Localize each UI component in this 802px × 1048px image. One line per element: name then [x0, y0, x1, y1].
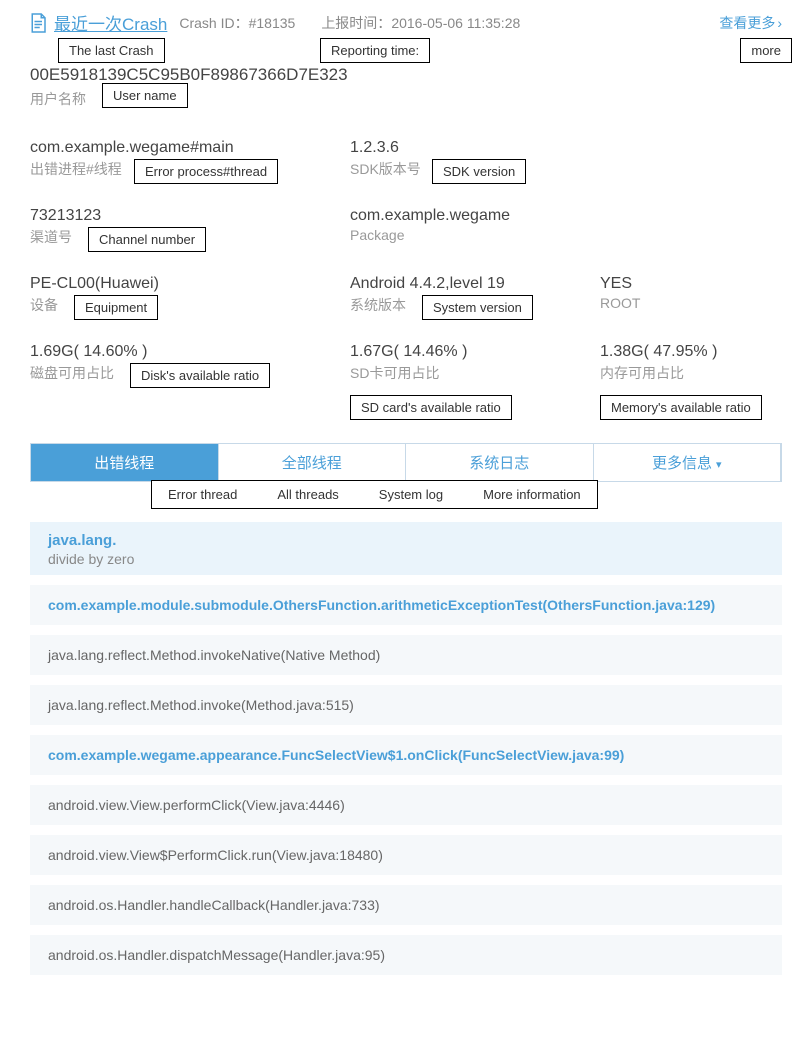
annotation-user-name: User name [102, 83, 188, 108]
annotation-sd-ratio: SD card's available ratio [350, 395, 512, 420]
document-icon [30, 12, 48, 34]
field-package: com.example.wegame Package [350, 207, 600, 247]
chevron-right-icon: › [777, 15, 782, 31]
tab-more-info[interactable]: 更多信息▾ [594, 444, 782, 481]
field-channel: 73213123 渠道号 Channel number [30, 207, 350, 247]
report-time: 上报时间：2016-05-06 11:35:28 [321, 13, 520, 33]
field-sdk: 1.2.3.6 SDK版本号 SDK version [350, 139, 600, 179]
annotation-more: more [740, 38, 792, 63]
field-disk: 1.69G( 14.60% ) 磁盘可用占比 Disk's available … [30, 343, 350, 383]
crash-id: Crash ID：#18135 [179, 13, 295, 33]
field-root: YES ROOT [600, 275, 782, 315]
stack-exception: java.lang. divide by zero [30, 522, 782, 575]
stack-frame: java.lang.reflect.Method.invoke(Method.j… [30, 685, 782, 725]
last-crash-title[interactable]: 最近一次Crash [54, 10, 167, 35]
annotation-error-process: Error process#thread [134, 159, 278, 184]
chevron-down-icon: ▾ [716, 459, 722, 471]
annotation-system-version: System version [422, 295, 533, 320]
annotation-disk-ratio: Disk's available ratio [130, 363, 270, 388]
stack-frame: android.view.View.performClick(View.java… [30, 785, 782, 825]
field-sd: 1.67G( 14.46% ) SD卡可用占比 SD card's availa… [350, 343, 600, 383]
tab-error-thread[interactable]: 出错线程 [31, 444, 219, 481]
stack-trace: java.lang. divide by zero com.example.mo… [30, 522, 782, 975]
user-name-label: 用户名称 [30, 91, 86, 107]
tabs: 出错线程 全部线程 系统日志 更多信息▾ Error thread All th… [30, 443, 782, 482]
annotation-equipment: Equipment [74, 295, 158, 320]
stack-frame: com.example.module.submodule.OthersFunct… [30, 585, 782, 625]
annotation-channel: Channel number [88, 227, 206, 252]
tab-all-threads[interactable]: 全部线程 [219, 444, 407, 481]
field-process: com.example.wegame#main 出错进程#线程 Error pr… [30, 139, 350, 179]
annotation-reporting-time: Reporting time: [320, 38, 430, 63]
crash-header: 最近一次Crash Crash ID：#18135 上报时间：2016-05-0… [30, 10, 782, 35]
annotation-memory-ratio: Memory's available ratio [600, 395, 762, 420]
field-memory: 1.38G( 47.95% ) 内存可用占比 Memory's availabl… [600, 343, 782, 383]
annotation-sdk-version: SDK version [432, 159, 526, 184]
stack-frame: android.os.Handler.dispatchMessage(Handl… [30, 935, 782, 975]
field-system: Android 4.4.2,level 19 系统版本 System versi… [350, 275, 600, 315]
crash-hash: 00E5918139C5C95B0F89867366D7E323 [30, 65, 782, 85]
field-device: PE-CL00(Huawei) 设备 Equipment [30, 275, 350, 315]
annotation-last-crash: The last Crash [58, 38, 165, 63]
annotation-tabs: Error thread All threads System log More… [151, 480, 598, 509]
stack-frame: android.os.Handler.handleCallback(Handle… [30, 885, 782, 925]
stack-frame: com.example.wegame.appearance.FuncSelect… [30, 735, 782, 775]
stack-frame: java.lang.reflect.Method.invokeNative(Na… [30, 635, 782, 675]
view-more-link[interactable]: 查看更多› [719, 13, 782, 33]
stack-frame: android.view.View$PerformClick.run(View.… [30, 835, 782, 875]
tab-system-log[interactable]: 系统日志 [406, 444, 594, 481]
